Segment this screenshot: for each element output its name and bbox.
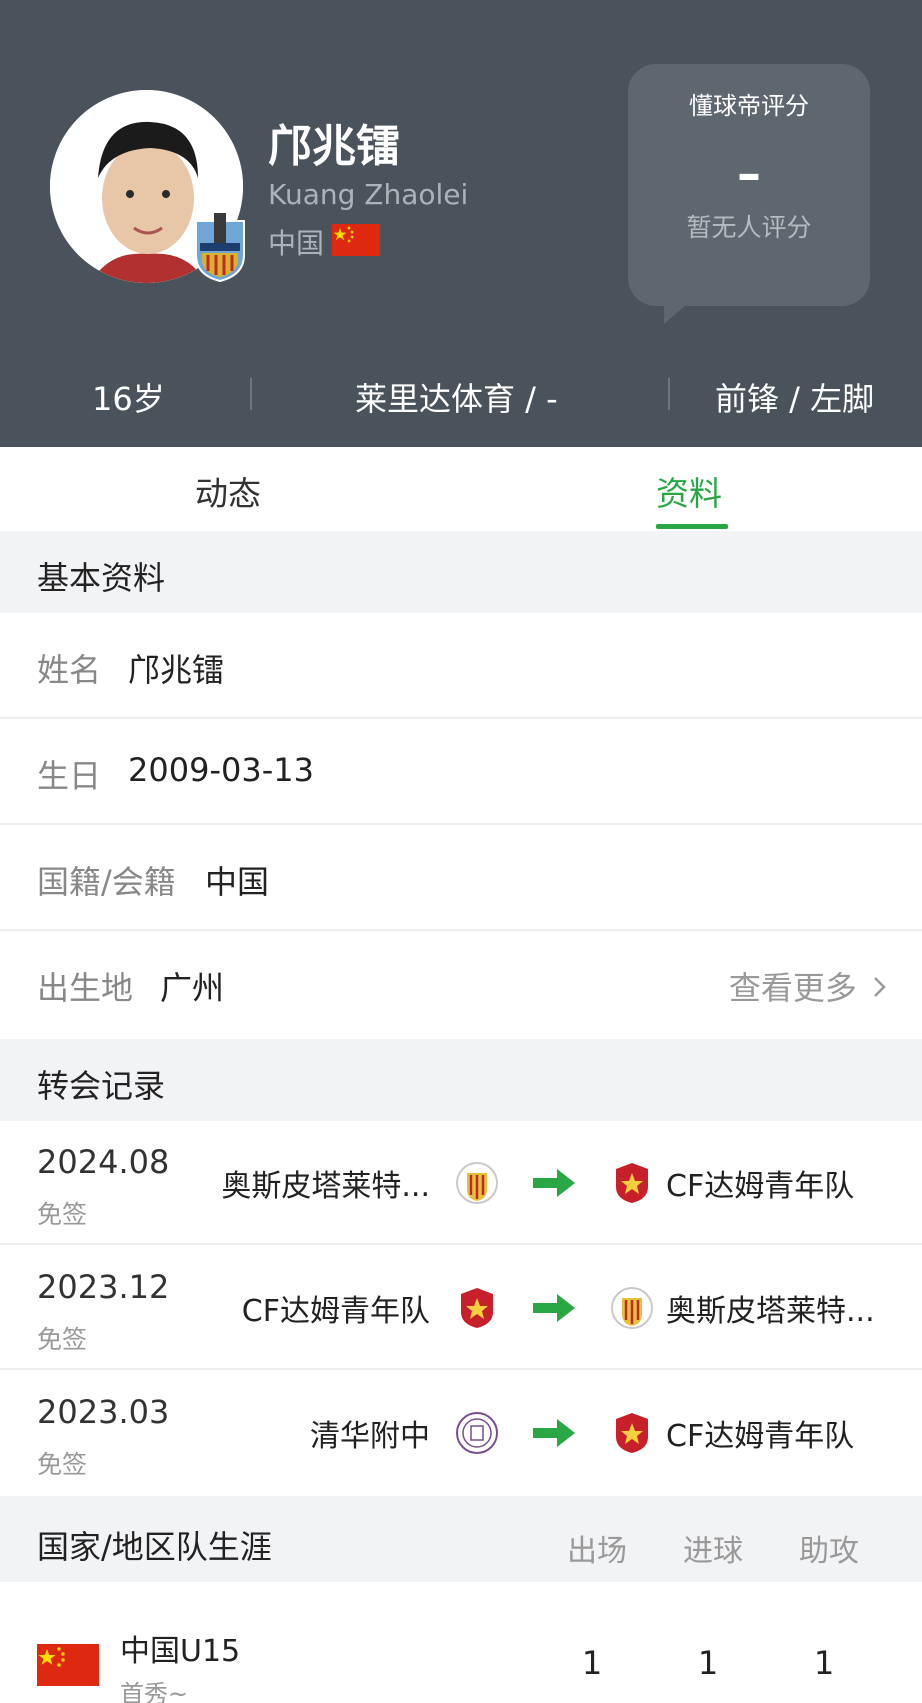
transfer-type: 免签 <box>37 1325 88 1354</box>
cf-damm-logo-icon <box>610 1161 654 1205</box>
view-more-link[interactable]: 查看更多 <box>729 963 887 1009</box>
cf-damm-logo-icon <box>455 1286 499 1330</box>
transfer-type: 免签 <box>37 1200 88 1229</box>
info-label: 国籍/会籍 <box>37 863 176 901</box>
active-tab-indicator <box>656 524 728 529</box>
transfer-date: 2024.08 <box>37 1143 170 1181</box>
transfers-header: 转会记录 <box>0 1039 922 1121</box>
china-flag-icon <box>37 1644 99 1686</box>
arrow-right-icon <box>533 1167 575 1199</box>
hospitalet-logo-icon <box>610 1286 654 1330</box>
divider <box>668 378 670 410</box>
info-value: 邝兆镭 <box>128 651 225 689</box>
transfer-from-club: 奥斯皮塔莱特... <box>221 1169 430 1204</box>
transfer-date: 2023.12 <box>37 1268 170 1306</box>
tsinghua-school-logo-icon <box>455 1411 499 1455</box>
column-header-assists: 助攻 <box>799 1534 859 1569</box>
stat-assists: 1 <box>813 1644 835 1682</box>
player-name: 邝兆镭 <box>268 121 400 172</box>
section-title: 转会记录 <box>37 1067 166 1105</box>
info-label: 出生地 <box>37 969 134 1007</box>
rating-card[interactable]: 懂球帝评分 – 暂无人评分 <box>628 64 870 306</box>
national-team-name: 中国U15 <box>120 1634 241 1669</box>
national-team-row[interactable]: 中国U15 首秀~ 1 1 1 <box>0 1582 922 1703</box>
transfer-row[interactable]: 2023.12 免签 CF达姆青年队 奥斯皮塔莱特... <box>0 1246 922 1370</box>
divider <box>250 378 252 410</box>
hospitalet-logo-icon <box>455 1161 499 1205</box>
stat-goals: 1 <box>697 1644 719 1682</box>
national-team-note: 首秀~ <box>120 1680 189 1703</box>
section-title: 基本资料 <box>37 559 166 597</box>
section-title: 国家/地区队生涯 <box>37 1528 272 1566</box>
rating-bubble-tail <box>664 298 694 324</box>
player-nationality: 中国 <box>268 227 325 260</box>
basic-info-header: 基本资料 <box>0 531 922 613</box>
transfer-type: 免签 <box>37 1450 88 1479</box>
transfer-from-club: CF达姆青年队 <box>241 1294 430 1329</box>
info-value: 中国 <box>205 863 270 901</box>
national-career-header: 国家/地区队生涯 出场 进球 助攻 <box>0 1496 922 1582</box>
info-row-name: 姓名 邝兆镭 <box>0 613 922 719</box>
transfer-to-club: 奥斯皮塔莱特... <box>666 1294 875 1329</box>
info-row-birthday: 生日 2009-03-13 <box>0 719 922 825</box>
tab-bar: 动态 资料 <box>0 447 922 531</box>
player-age: 16岁 <box>92 380 165 418</box>
column-header-appearances: 出场 <box>567 1534 627 1569</box>
player-position: 前锋 / 左脚 <box>715 380 875 418</box>
stat-appearances: 1 <box>581 1644 603 1682</box>
tab-profile[interactable]: 资料 <box>656 467 722 515</box>
arrow-right-icon <box>533 1417 575 1449</box>
china-flag-icon <box>332 224 380 256</box>
transfer-to-club: CF达姆青年队 <box>666 1419 855 1454</box>
arrow-right-icon <box>533 1292 575 1324</box>
rating-subtitle: 暂无人评分 <box>686 213 812 242</box>
transfer-row[interactable]: 2023.03 免签 清华附中 CF达姆青年队 <box>0 1371 922 1495</box>
player-header: 邝兆镭 Kuang Zhaolei 中国 懂球帝评分 – 暂无人评分 16岁 莱… <box>0 0 922 447</box>
player-club[interactable]: 莱里达体育 / - <box>355 374 558 420</box>
column-header-goals: 进球 <box>683 1534 743 1569</box>
rating-title: 懂球帝评分 <box>689 92 809 120</box>
info-row-nationality: 国籍/会籍 中国 <box>0 825 922 931</box>
chevron-right-icon <box>873 969 887 1007</box>
view-more-label: 查看更多 <box>728 969 857 1007</box>
rating-value: – <box>737 146 761 202</box>
info-label: 姓名 <box>37 651 102 689</box>
transfer-to-club: CF达姆青年队 <box>666 1169 855 1204</box>
player-info-strip: 16岁 莱里达体育 / - 前锋 / 左脚 <box>0 368 922 418</box>
transfer-date: 2023.03 <box>37 1393 170 1431</box>
club-badge-icon <box>192 213 248 283</box>
info-value: 广州 <box>160 969 225 1007</box>
transfer-from-club: 清华附中 <box>310 1419 430 1454</box>
tab-feed[interactable]: 动态 <box>195 467 261 515</box>
info-label: 生日 <box>37 757 102 795</box>
info-value: 2009-03-13 <box>128 751 314 789</box>
player-english-name: Kuang Zhaolei <box>268 178 469 211</box>
transfer-row[interactable]: 2024.08 免签 奥斯皮塔莱特... CF达姆青年队 <box>0 1121 922 1245</box>
cf-damm-logo-icon <box>610 1411 654 1455</box>
info-row-birthplace: 出生地 广州 查看更多 <box>0 931 922 1037</box>
